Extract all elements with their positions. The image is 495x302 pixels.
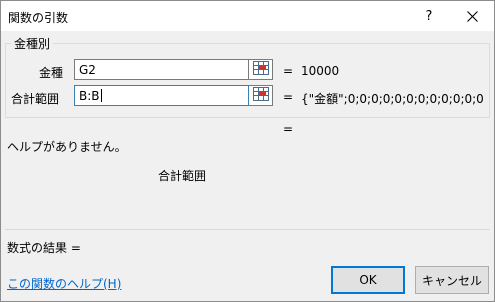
ok-button-label: OK <box>359 273 377 287</box>
divider <box>5 229 490 230</box>
dialog-title: 関数の引数 <box>8 11 69 25</box>
formula-result-label: 数式の結果 = <box>7 241 81 255</box>
argument-description-name: 合計範囲 <box>158 169 207 183</box>
title-bar: 関数の引数 ? <box>1 1 494 31</box>
range-select-button-goukei-hani[interactable] <box>249 85 273 106</box>
ok-button[interactable]: OK <box>331 266 405 294</box>
arg-input-kinshu[interactable]: G2 <box>74 59 249 80</box>
help-button[interactable]: ? <box>407 1 451 31</box>
function-arguments-dialog: 関数の引数 ? 金種別 金種 G2 = 10000 合計範囲 B:B = {"金… <box>0 0 495 302</box>
function-description: ヘルプがありません。 <box>7 140 127 154</box>
collapse-range-icon <box>252 61 269 78</box>
arg-result-goukei-hani: {"金額";0;0;0;0;0;0;0;0;0;0;0;0;0 <box>301 92 484 106</box>
collapse-range-icon <box>252 87 269 104</box>
close-button[interactable] <box>450 1 494 31</box>
function-help-link[interactable]: この関数のヘルプ(H) <box>7 275 121 292</box>
arg-equals-goukei-hani: = <box>283 90 294 104</box>
function-name-label: 金種別 <box>11 35 54 52</box>
arg-label-goukei-hani: 合計範囲 <box>11 92 60 106</box>
close-icon <box>466 10 478 22</box>
cancel-button[interactable]: キャンセル <box>415 266 489 294</box>
arg-input-goukei-hani-value: B:B <box>79 89 100 103</box>
arg-label-kinshu: 金種 <box>39 66 64 80</box>
arg-input-kinshu-value: G2 <box>79 63 96 77</box>
arg-equals-kinshu: = <box>283 64 294 78</box>
arg-result-kinshu: 10000 <box>301 64 340 78</box>
range-select-button-kinshu[interactable] <box>249 59 273 80</box>
arg-input-goukei-hani[interactable]: B:B <box>74 85 249 106</box>
function-result-equals: = <box>283 122 294 136</box>
help-icon: ? <box>425 8 433 24</box>
cancel-button-label: キャンセル <box>421 273 482 288</box>
text-caret <box>100 89 102 102</box>
